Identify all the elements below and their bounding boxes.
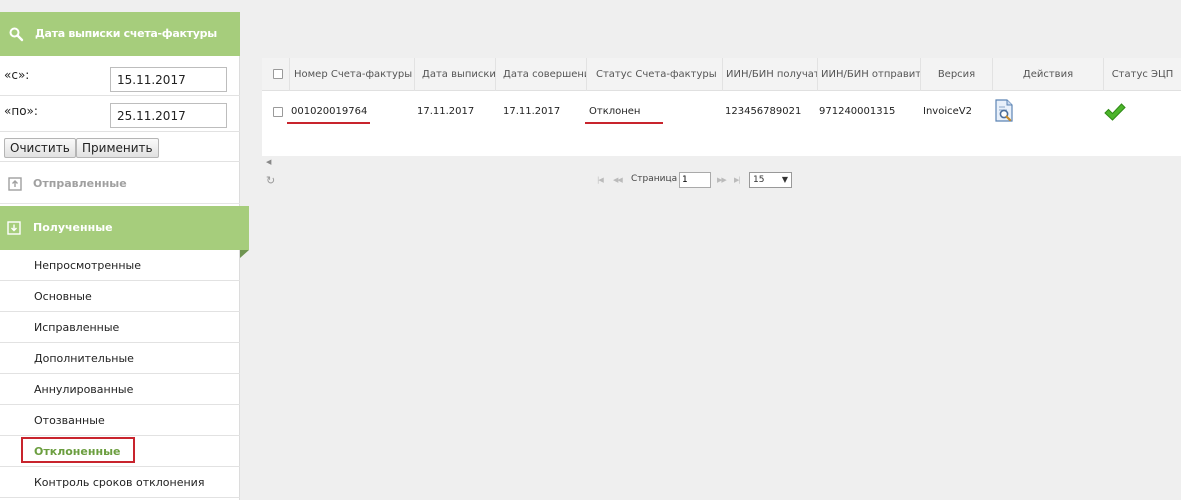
sidebar-item-revoked[interactable]: Отозванные bbox=[0, 405, 240, 436]
date-from-label: «с»: bbox=[4, 68, 30, 82]
clear-button[interactable]: Очистить bbox=[4, 138, 76, 158]
apply-button[interactable]: Применить bbox=[76, 138, 159, 158]
next-page-icon[interactable]: ▶▶ bbox=[717, 176, 727, 184]
nav-sent-label: Отправленные bbox=[33, 177, 127, 190]
download-tray-icon bbox=[7, 221, 21, 235]
grid-header: Номер Счета-фактуры Дата выписки Дата со… bbox=[262, 58, 1181, 91]
date-to-row: «по»: bbox=[0, 98, 240, 132]
cell-recipient-iin: 123456789021 bbox=[725, 106, 802, 117]
nav-received[interactable]: Полученные bbox=[0, 206, 249, 258]
cell-version: InvoiceV2 bbox=[923, 106, 972, 117]
col-version[interactable]: Версия bbox=[921, 58, 993, 91]
cell-sender-iin: 971240001315 bbox=[819, 106, 896, 117]
sidebar-item-corrected[interactable]: Исправленные bbox=[0, 312, 240, 343]
row-checkbox[interactable] bbox=[273, 107, 283, 117]
nav-received-label: Полученные bbox=[33, 221, 113, 234]
cell-invoice-number[interactable]: 001020019764 bbox=[291, 102, 367, 122]
date-from-input[interactable] bbox=[110, 67, 227, 92]
last-page-icon[interactable]: ▶| bbox=[734, 176, 741, 184]
date-filter-title: Дата выписки счета-фактуры bbox=[35, 27, 217, 40]
col-actions[interactable]: Действия bbox=[993, 58, 1104, 91]
highlight-box bbox=[21, 437, 135, 463]
col-signature-status[interactable]: Статус ЭЦП bbox=[1104, 58, 1181, 91]
invoice-grid: Номер Счета-фактуры Дата выписки Дата со… bbox=[262, 58, 1181, 156]
sidebar-item-cancelled[interactable]: Аннулированные bbox=[0, 374, 240, 405]
col-sender-iin[interactable]: ИИН/БИН отправителя bbox=[818, 58, 921, 91]
scroll-left-icon[interactable]: ◀ bbox=[266, 158, 271, 166]
cell-issue-date: 17.11.2017 bbox=[417, 106, 475, 117]
refresh-icon[interactable]: ↻ bbox=[266, 174, 275, 187]
highlight-underline bbox=[287, 122, 370, 124]
page-size-value: 15 bbox=[753, 175, 765, 185]
cell-complete-date: 17.11.2017 bbox=[503, 106, 561, 117]
sidebar-item-main[interactable]: Основные bbox=[0, 281, 240, 312]
sidebar-item-unviewed[interactable]: Непросмотренные bbox=[0, 250, 240, 281]
view-document-icon[interactable] bbox=[993, 99, 1015, 123]
date-to-input[interactable] bbox=[110, 103, 227, 128]
cell-invoice-status: Отклонен bbox=[589, 106, 641, 117]
active-indicator bbox=[240, 250, 249, 258]
first-page-icon[interactable]: |◀ bbox=[597, 176, 604, 184]
col-invoice-status[interactable]: Статус Счета-фактуры bbox=[587, 58, 723, 91]
highlight-underline bbox=[585, 122, 663, 124]
sidebar: Дата выписки счета-фактуры «с»: «по»: Оч… bbox=[0, 12, 249, 500]
checkmark-icon bbox=[1104, 103, 1126, 121]
date-filter-header[interactable]: Дата выписки счета-фактуры bbox=[0, 12, 240, 56]
col-complete-date[interactable]: Дата совершения bbox=[496, 58, 587, 91]
page-label: Страница bbox=[631, 174, 678, 184]
search-icon bbox=[9, 27, 24, 42]
chevron-down-icon: ▼ bbox=[781, 175, 788, 184]
select-all-checkbox[interactable] bbox=[273, 69, 283, 79]
sidebar-item-additional[interactable]: Дополнительные bbox=[0, 343, 240, 374]
date-from-row: «с»: bbox=[0, 62, 240, 96]
col-invoice-number[interactable]: Номер Счета-фактуры bbox=[290, 58, 415, 91]
col-recipient-iin[interactable]: ИИН/БИН получателя bbox=[723, 58, 818, 91]
upload-tray-icon bbox=[8, 177, 22, 191]
date-to-label: «по»: bbox=[4, 104, 38, 118]
sidebar-item-rejection-deadlines[interactable]: Контроль сроков отклонения bbox=[0, 467, 240, 498]
filter-buttons: Очистить Применить bbox=[0, 134, 240, 162]
grid-pager: ◀ ↻ |◀ ◀◀ Страница ▶▶ ▶| 15 ▼ bbox=[262, 156, 1181, 196]
page-size-select[interactable]: 15 ▼ bbox=[749, 172, 792, 188]
header-select-cell bbox=[262, 58, 290, 91]
nav-sent[interactable]: Отправленные bbox=[0, 164, 240, 204]
col-issue-date[interactable]: Дата выписки bbox=[415, 58, 496, 91]
prev-page-icon[interactable]: ◀◀ bbox=[613, 176, 623, 184]
page-number-input[interactable] bbox=[679, 172, 711, 188]
